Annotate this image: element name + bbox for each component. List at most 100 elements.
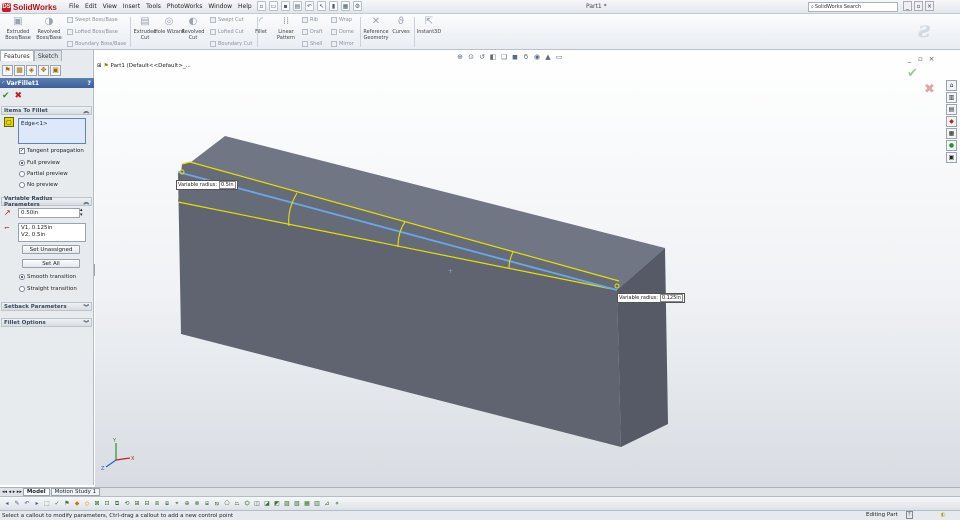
menu-window[interactable]: Window [205, 2, 235, 11]
print-icon[interactable]: ▤ [293, 1, 302, 11]
tab-sketch[interactable]: Sketch [33, 50, 63, 61]
menu-help[interactable]: Help [235, 2, 255, 11]
wrap-button[interactable]: Wrap [331, 17, 352, 23]
tab-features[interactable]: Features [0, 50, 34, 61]
linear-pattern-button[interactable]: ⁞⁞ Linear Pattern [271, 16, 301, 42]
tab-motion-study[interactable]: Motion Study 1 [50, 488, 101, 496]
toolbar-icon[interactable]: ⊿ [323, 499, 331, 508]
toolbar-icon[interactable]: ⊡ [103, 499, 111, 508]
toolbar-icon[interactable]: ⎔ [223, 499, 231, 508]
menu-insert[interactable]: Insert [120, 2, 143, 11]
toolbar-icon[interactable]: ▥ [313, 499, 321, 508]
revolved-boss-button[interactable]: ◑ Revolved Boss/Base [33, 16, 65, 42]
edge-selection-list[interactable]: Edge<1> [18, 118, 86, 144]
configuration-manager-icon[interactable]: ◈ [26, 64, 37, 76]
vertex-item-v1[interactable]: V1, 0.125in [21, 225, 83, 232]
toolbar-icon[interactable]: ⧆ [203, 499, 211, 508]
dome-button[interactable]: Dome [331, 29, 354, 35]
new-document-icon[interactable]: ▫ [257, 1, 266, 11]
boundary-cut-button[interactable]: Boundary Cut [210, 41, 252, 47]
lofted-boss-button[interactable]: Lofted Boss/Base [67, 29, 118, 35]
no-preview-radio[interactable]: No preview [19, 182, 58, 188]
toolbar-icon[interactable]: ⏢ [233, 499, 241, 508]
toolbar-icon[interactable]: ⊗ [193, 499, 201, 508]
toolbar-icon[interactable]: ◇ [83, 499, 91, 508]
rebuild-icon[interactable]: ▮ [329, 1, 338, 11]
menu-edit[interactable]: Edit [82, 2, 100, 11]
tab-model[interactable]: Model [22, 488, 50, 496]
smooth-transition-radio[interactable]: Smooth transition [19, 274, 76, 280]
items-to-fillet-group[interactable]: Items To Fillet ︽ [1, 106, 92, 115]
toolbar-icon[interactable]: ▨ [283, 499, 291, 508]
toolbar-icon[interactable]: ⟲ [123, 499, 131, 508]
toolbar-icon[interactable]: ◪ [263, 499, 271, 508]
save-icon[interactable]: ▪ [281, 1, 290, 11]
curves-button[interactable]: ϑ Curves [389, 16, 413, 36]
swept-cut-button[interactable]: Swept Cut [210, 17, 244, 23]
callout-value[interactable]: 0.125in [659, 294, 683, 302]
menu-photoworks[interactable]: PhotoWorks [164, 2, 205, 11]
solidworks-logo[interactable]: DS SolidWorks [2, 1, 57, 13]
fillet-options-group[interactable]: Fillet Options ︾ [1, 318, 92, 327]
help-icon[interactable]: ? [88, 80, 91, 87]
tangent-propagation-checkbox[interactable]: ✓ Tangent propagation [19, 148, 84, 154]
radius-spinner-icon[interactable]: ▴ ▾ [80, 208, 83, 218]
mirror-button[interactable]: Mirror [331, 41, 354, 47]
toolbar-icon[interactable]: ⚑ [63, 499, 71, 508]
menu-tools[interactable]: Tools [143, 2, 164, 11]
draft-button[interactable]: Draft [302, 29, 323, 35]
restore-icon[interactable]: ▫ [914, 1, 923, 11]
variable-radius-callout-end[interactable]: Variable radius: 0.125in [617, 293, 685, 303]
toolbar-icon[interactable]: ⌖ [173, 499, 181, 508]
toolbar-icon[interactable]: ▦ [303, 499, 311, 508]
callout-value[interactable]: 0.5in [218, 181, 236, 189]
menu-view[interactable]: View [100, 2, 120, 11]
select-icon[interactable]: ↖ [317, 1, 326, 11]
extruded-boss-button[interactable]: ▣ Extruded Boss/Base [2, 16, 34, 42]
search-input[interactable]: ⌕ SolidWorks Search [808, 2, 898, 12]
menu-file[interactable]: File [66, 2, 82, 11]
options-icon[interactable]: ⚙ [353, 1, 362, 11]
variable-radius-callout-start[interactable]: Variable radius: 0.5in [176, 180, 238, 190]
toolbar-icon[interactable]: ⋄ [333, 499, 341, 508]
toolbar-icon[interactable]: ✓ [53, 499, 61, 508]
toolbar-icon[interactable]: ⬚ [43, 499, 51, 508]
toolbar-icon[interactable]: ◂ [3, 499, 11, 508]
reference-geometry-button[interactable]: ✕ Reference Geometry [361, 16, 391, 42]
toolbar-icon[interactable]: ⊠ [93, 499, 101, 508]
rib-button[interactable]: Rib [302, 17, 318, 23]
set-all-button[interactable]: Set All [22, 259, 80, 268]
toolbar-icon[interactable]: ⊞ [133, 499, 141, 508]
radius-input[interactable]: 0.50in [18, 208, 80, 218]
dimxpert-manager-icon[interactable]: ✥ [38, 64, 49, 76]
toolbar-icon[interactable]: ⊕ [183, 499, 191, 508]
vertex-radius-list[interactable]: V1, 0.125in V2, 0.5in [18, 223, 86, 242]
toolbar-icon[interactable]: ⧅ [213, 499, 221, 508]
tab-scroll-icon[interactable]: ◂◂ ◂ ▸ ▸▸ [2, 489, 22, 495]
file-properties-icon[interactable]: ▦ [341, 1, 350, 11]
toolbar-icon[interactable]: ▧ [293, 499, 301, 508]
rebuild-status-icon[interactable]: ◐ [941, 512, 946, 518]
partial-preview-radio[interactable]: Partial preview [19, 171, 68, 177]
feature-manager-icon[interactable]: ⚑ [2, 64, 13, 76]
toolbar-icon[interactable]: ⧈ [153, 499, 161, 508]
property-manager-icon[interactable]: ▦ [14, 64, 25, 76]
toolbar-icon[interactable]: ▸ [33, 499, 41, 508]
toolbar-icon[interactable]: ↶ [23, 499, 31, 508]
full-preview-radio[interactable]: Full preview [19, 160, 60, 166]
lofted-cut-button[interactable]: Lofted Cut [210, 29, 244, 35]
boundary-boss-button[interactable]: Boundary Boss/Base [67, 41, 126, 47]
undo-icon[interactable]: ↶ [305, 1, 314, 11]
variable-radius-group[interactable]: Variable Radius Parameters ︽ [1, 196, 92, 208]
fillet-button[interactable]: ◜ Fillet [251, 16, 271, 36]
shell-button[interactable]: Shell [302, 41, 322, 47]
toolbar-icon[interactable]: ⊟ [143, 499, 151, 508]
revolved-cut-button[interactable]: ◐ Revolved Cut [177, 16, 209, 42]
cancel-x-icon[interactable]: ✖ [15, 91, 23, 101]
toolbar-icon[interactable]: ✎ [13, 499, 21, 508]
ok-check-icon[interactable]: ✔ [2, 91, 10, 101]
swept-boss-button[interactable]: Swept Boss/Base [67, 17, 118, 23]
close-icon[interactable]: × [925, 1, 934, 11]
instant3d-button[interactable]: ⇱ Instant3D [414, 16, 444, 36]
setback-parameters-group[interactable]: Setback Parameters ︾ [1, 302, 92, 311]
